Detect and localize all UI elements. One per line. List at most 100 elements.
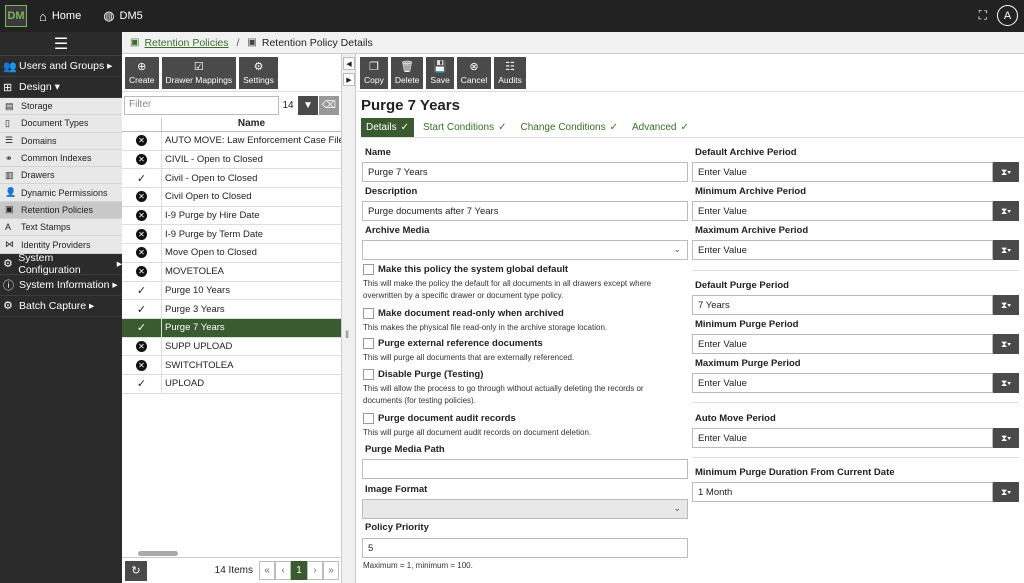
purge-external-checkbox[interactable] (363, 338, 374, 349)
tab-change-conditions[interactable]: Change Conditions ✓ (516, 118, 623, 137)
check-icon: ✓ (136, 322, 147, 335)
create-button[interactable]: ⊕ Create (125, 57, 159, 89)
prev-page-button[interactable]: ‹ (275, 561, 291, 580)
filter-input[interactable]: Filter (124, 95, 279, 115)
current-page-button[interactable]: 1 (291, 561, 307, 580)
disable-purge-checkbox[interactable] (363, 369, 374, 380)
app-logo[interactable]: DM (5, 5, 27, 27)
default-archive-period-field[interactable]: Enter Value (692, 162, 993, 182)
cancel-button[interactable]: ⊗ Cancel (456, 57, 492, 89)
scrollbar-thumb[interactable] (138, 551, 178, 556)
global-default-checkbox[interactable] (363, 264, 374, 275)
sidebar-item-document-types[interactable]: ▯ Document Types (0, 115, 122, 133)
hourglass-icon[interactable]: ⧗▾ (993, 428, 1019, 448)
minimum-purge-period-field[interactable]: Enter Value (692, 334, 993, 354)
image-format-select[interactable]: ⌄ (362, 499, 688, 519)
read-only-checkbox[interactable] (363, 308, 374, 319)
sidebar-item-drawers[interactable]: ▥ Drawers (0, 167, 122, 185)
policy-name: I-9 Purge by Term Date (165, 228, 264, 240)
audits-button[interactable]: ☷ Audits (494, 57, 526, 89)
list-item[interactable]: ✓ Purge 3 Years (122, 300, 341, 319)
list-item[interactable]: ✕ SUPP UPLOAD (122, 337, 341, 357)
hourglass-icon[interactable]: ⧗▾ (993, 334, 1019, 354)
list-item[interactable]: ✓ Purge 7 Years (122, 318, 341, 338)
archive-media-select[interactable]: ⌄ (362, 240, 688, 260)
filter-icon[interactable]: ▼ (298, 95, 318, 115)
sidebar-item-system-information[interactable]: ⓘ System Information ▸ (0, 275, 122, 296)
maximum-archive-period-field[interactable]: Enter Value (692, 240, 993, 260)
hourglass-icon[interactable]: ⧗▾ (993, 162, 1019, 182)
sidebar-item-batch-capture[interactable]: ⚙ Batch Capture ▸ (0, 296, 122, 317)
last-page-button[interactable]: » (323, 561, 339, 580)
hourglass-icon[interactable]: ⧗▾ (993, 240, 1019, 260)
default-purge-period-field[interactable]: 7 Years (692, 295, 993, 315)
list-item[interactable]: ✓ UPLOAD (122, 374, 341, 394)
sidebar-item-design[interactable]: ⊞ Design ▾ (0, 77, 122, 98)
purge-audit-checkbox[interactable] (363, 413, 374, 424)
tab-details[interactable]: Details ✓ (361, 118, 414, 137)
avatar[interactable]: A (997, 5, 1018, 26)
sidebar-item-storage[interactable]: ▤ Storage (0, 98, 122, 116)
drawer-mappings-button[interactable]: ☑ Drawer Mappings (161, 57, 237, 89)
auto-move-period-label: Auto Move Period (695, 413, 776, 424)
first-page-button[interactable]: « (259, 561, 275, 580)
grip-icon[interactable]: ‖ (345, 330, 349, 341)
breadcrumb-retention-policies[interactable]: Retention Policies (144, 37, 228, 49)
next-page-button[interactable]: › (307, 561, 323, 580)
sidebar-item-label: Users and Groups (19, 60, 105, 72)
sidebar-item-text-stamps[interactable]: A Text Stamps (0, 219, 122, 237)
list-item[interactable]: ✕ SWITCHTOLEA (122, 356, 341, 375)
hourglass-icon[interactable]: ⧗▾ (993, 373, 1019, 393)
eraser-icon[interactable]: ⌫ (319, 95, 339, 115)
policy-priority-field[interactable]: 5 (362, 538, 688, 558)
purge-media-path-field[interactable] (362, 459, 688, 479)
sidebar-item-dynamic-permissions[interactable]: 👤 Dynamic Permissions (0, 184, 122, 202)
copy-button[interactable]: ❐ Copy (360, 57, 388, 89)
delete-button[interactable]: 🗑 Delete (390, 57, 424, 89)
hourglass-icon[interactable]: ⧗▾ (993, 201, 1019, 221)
home-label: Home (51, 10, 82, 22)
description-field[interactable]: Purge documents after 7 Years (362, 201, 688, 221)
close-circle-icon: ⊗ (469, 61, 479, 73)
list-header: Name (122, 118, 341, 132)
maximum-purge-period-field[interactable]: Enter Value (692, 373, 993, 393)
refresh-button[interactable]: ↻ (125, 560, 147, 581)
fullscreen-icon[interactable]: ⛶ (979, 8, 987, 23)
settings-button[interactable]: ⚙ Settings (239, 57, 278, 89)
archive-icon: ▣ (247, 37, 257, 48)
tab-advanced[interactable]: Advanced ✓ (627, 118, 694, 137)
name-field[interactable]: Purge 7 Years (362, 162, 688, 182)
list-item[interactable]: ✓ Purge 10 Years (122, 281, 341, 301)
collapse-left-icon[interactable]: ◀ (343, 57, 355, 70)
list-item[interactable]: ✕ MOVETOLEA (122, 262, 341, 282)
home-link[interactable]: ⌂ Home (39, 9, 81, 24)
panel-splitter[interactable]: ◀ ▶ ‖ (342, 54, 356, 583)
hamburger-icon[interactable]: ☰ (0, 32, 122, 56)
list-item[interactable]: ✕ I-9 Purge by Hire Date (122, 206, 341, 226)
minimum-purge-duration-field[interactable]: 1 Month (692, 482, 993, 502)
list-item[interactable]: ✕ CIVIL - Open to Closed (122, 150, 341, 170)
tab-start-conditions[interactable]: Start Conditions ✓ (418, 118, 512, 137)
list-item[interactable]: ✓ Civil - Open to Closed (122, 169, 341, 189)
tab-label: Start Conditions (422, 122, 495, 133)
auto-move-period-field[interactable]: Enter Value (692, 428, 993, 448)
dm5-link[interactable]: ◍ DM5 (103, 8, 143, 24)
name-column-header[interactable]: Name (162, 118, 341, 131)
list-item[interactable]: ✕ Civil Open to Closed (122, 188, 341, 207)
sidebar-item-retention-policies[interactable]: ▣ Retention Policies (0, 201, 122, 220)
hourglass-icon[interactable]: ⧗▾ (993, 295, 1019, 315)
sidebar-item-domains[interactable]: ☰ Domains (0, 132, 122, 150)
list-item[interactable]: ✕ Move Open to Closed (122, 244, 341, 263)
sidebar-item-system-configuration[interactable]: ⚙ System Configuration ▸ (0, 252, 122, 276)
expand-right-icon[interactable]: ▶ (343, 73, 355, 86)
network-icon: ⋈ (5, 239, 14, 250)
list-item[interactable]: ✕ AUTO MOVE: Law Enforcement Case File (122, 132, 341, 151)
sidebar-item-common-indexes[interactable]: ⚭ Common Indexes (0, 149, 122, 168)
minimum-archive-period-field[interactable]: Enter Value (692, 201, 993, 221)
horizontal-scrollbar[interactable] (122, 549, 330, 557)
sidebar-item-label: Storage (21, 101, 53, 112)
sidebar-item-users-and-groups[interactable]: 👥 Users and Groups ▸ (0, 56, 122, 77)
hourglass-icon[interactable]: ⧗▾ (993, 482, 1019, 502)
save-button[interactable]: 💾 Save (426, 57, 454, 89)
list-item[interactable]: ✕ I-9 Purge by Term Date (122, 225, 341, 245)
